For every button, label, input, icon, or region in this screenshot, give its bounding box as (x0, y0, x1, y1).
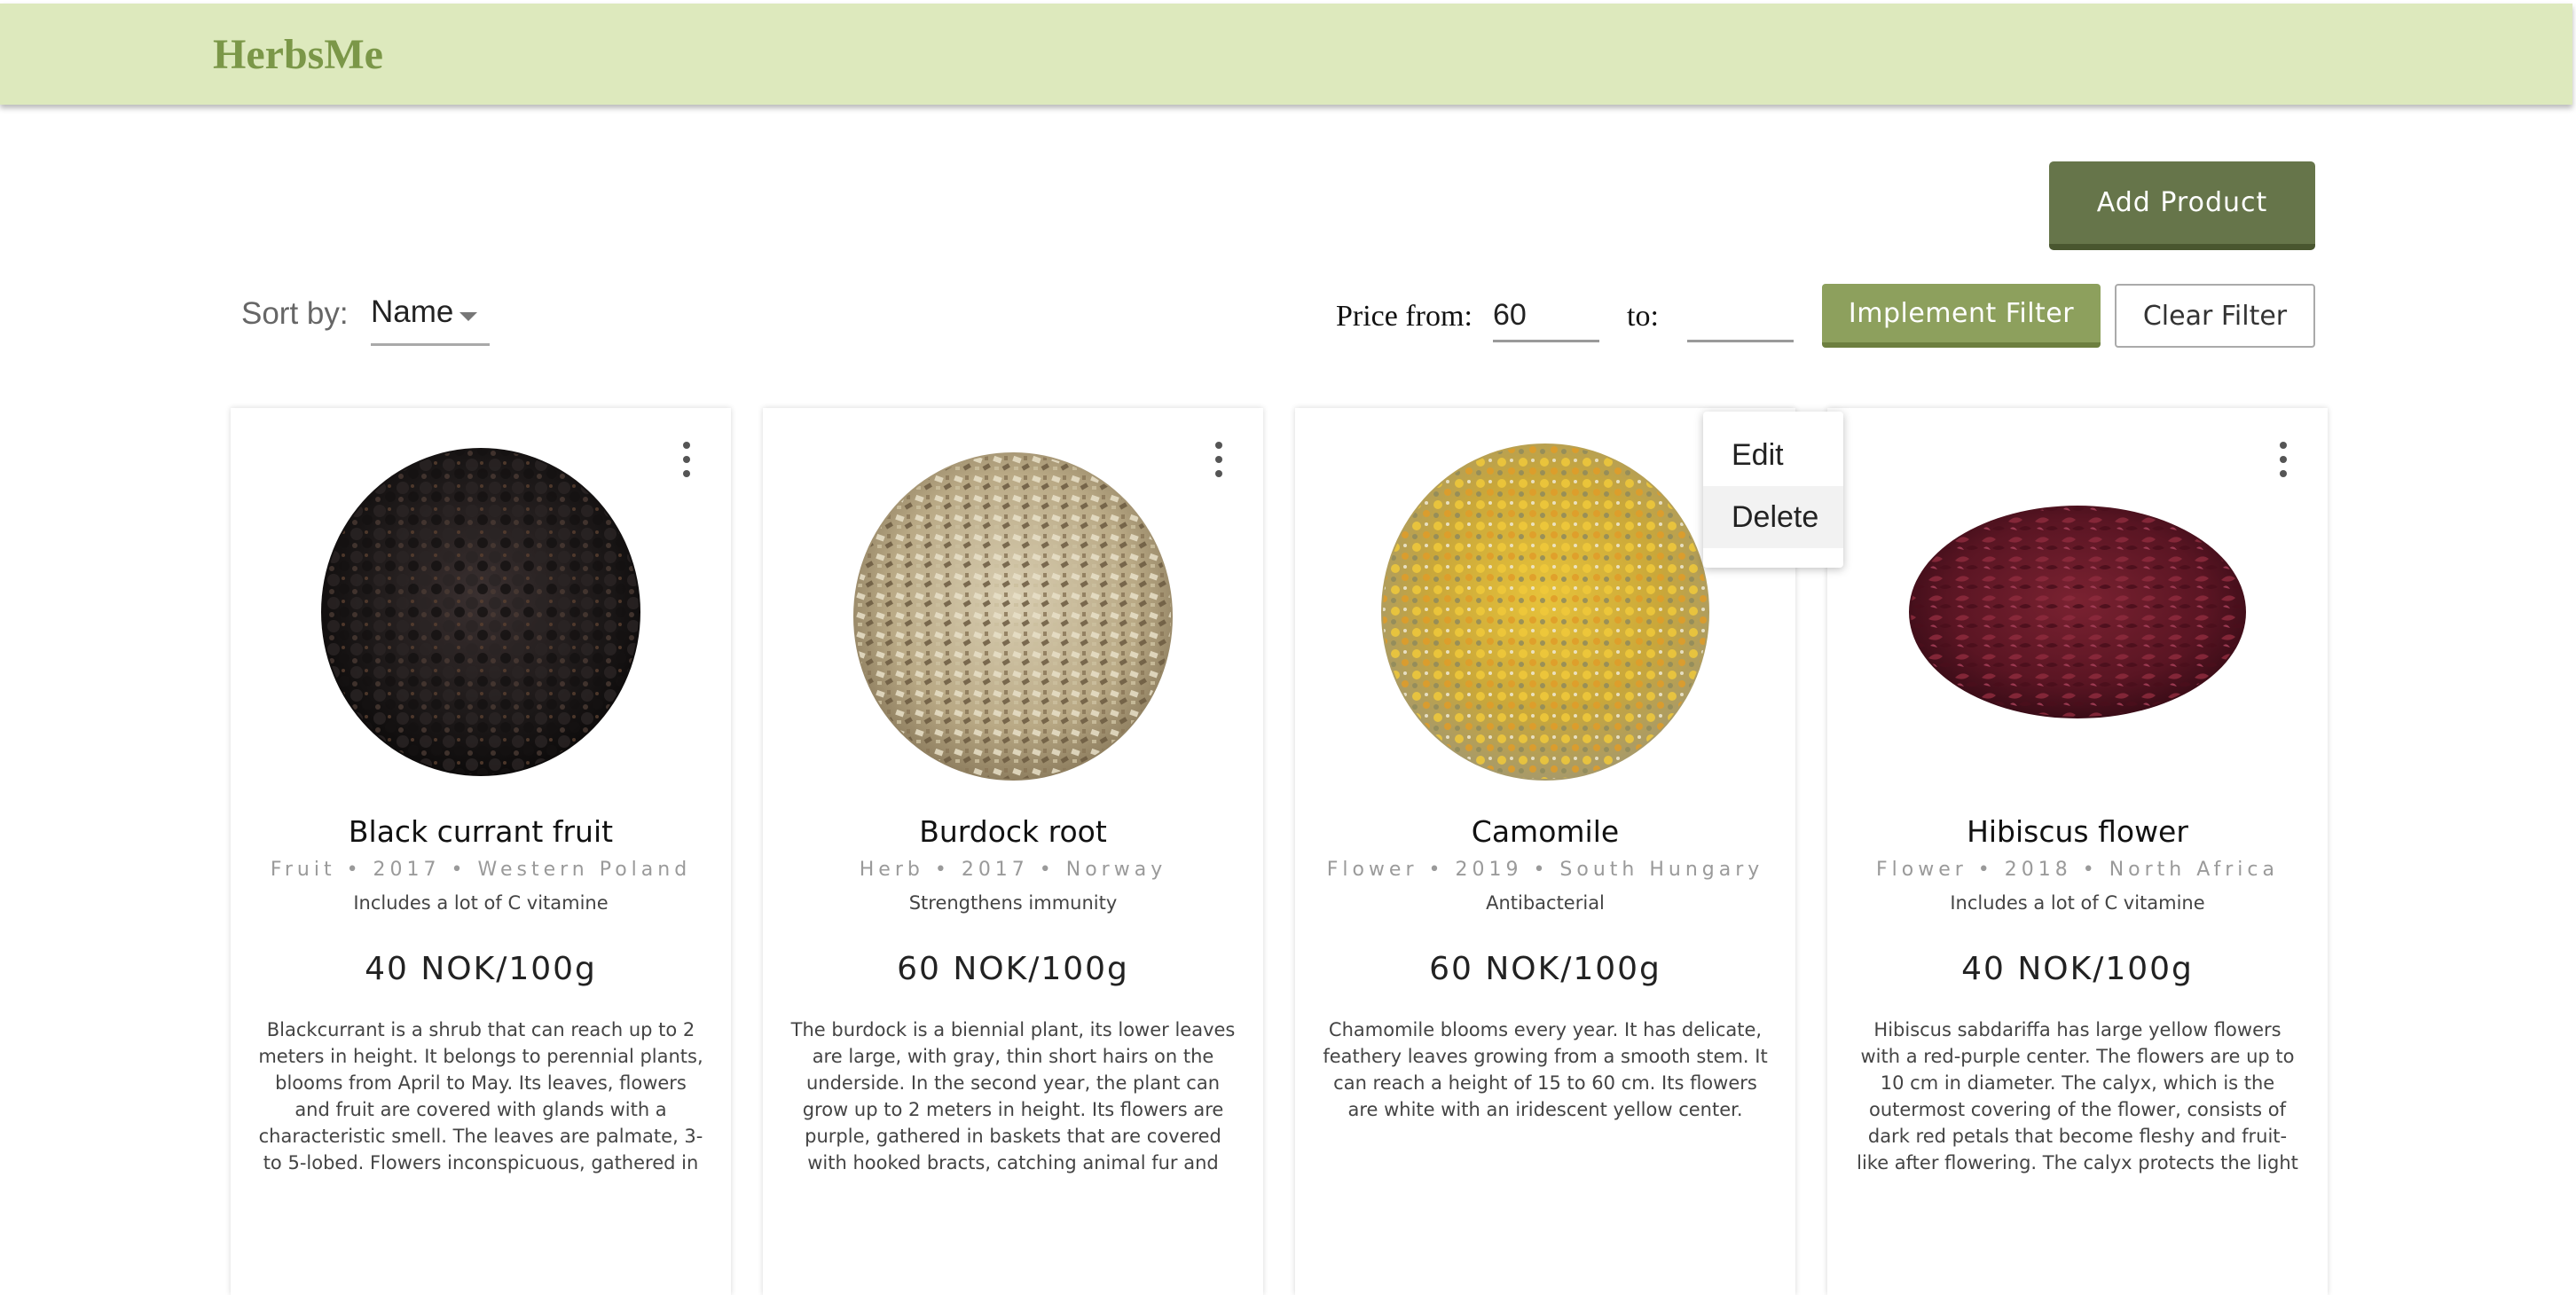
price-to-input[interactable] (1687, 291, 1794, 342)
product-description: The burdock is a biennial plant, its low… (790, 1019, 1236, 1173)
product-meta: Herb • 2017 • Norway (859, 859, 1167, 881)
more-vertical-icon[interactable] (2271, 440, 2296, 479)
sort-selected-value: Name (371, 294, 454, 329)
menu-item-delete[interactable]: Delete (1703, 486, 1843, 548)
add-product-button[interactable]: Add Product (2049, 161, 2315, 250)
product-meta: Fruit • 2017 • Western Poland (270, 859, 692, 881)
more-vertical-icon[interactable] (1206, 440, 1231, 479)
product-card: Burdock root Herb • 2017 • Norway Streng… (763, 408, 1263, 1295)
product-price: 40 NOK/100g (1961, 951, 2194, 987)
product-description: Hibiscus sabdariffa has large yellow flo… (1857, 1019, 2298, 1173)
product-name: Camomile (1471, 814, 1620, 849)
implement-filter-button[interactable]: Implement Filter (1822, 284, 2101, 348)
more-vertical-icon[interactable] (674, 440, 699, 479)
menu-item-edit[interactable]: Edit (1703, 424, 1843, 486)
brand-logo[interactable]: HerbsMe (213, 30, 383, 79)
sort-select[interactable]: Name (371, 284, 490, 346)
product-tag: Includes a lot of C vitamine (1950, 892, 2205, 914)
product-meta: Flower • 2019 • South Hungary (1326, 859, 1764, 881)
product-tag: Includes a lot of C vitamine (353, 892, 609, 914)
price-to-label: to: (1627, 300, 1659, 333)
product-meta: Flower • 2018 • North Africa (1876, 859, 2279, 881)
hibiscus-image (1909, 506, 2246, 718)
price-from-label: Price from: (1336, 300, 1473, 333)
price-from-input[interactable] (1493, 291, 1599, 342)
product-name: Black currant fruit (348, 814, 614, 849)
product-tag: Antibacterial (1486, 892, 1605, 914)
card-context-menu: Edit Delete (1703, 412, 1843, 568)
product-price: 60 NOK/100g (1429, 951, 1661, 987)
product-name: Burdock root (919, 814, 1107, 849)
sort-label: Sort by: (241, 296, 349, 331)
product-price: 40 NOK/100g (365, 951, 597, 987)
product-tag: Strengthens immunity (908, 892, 1118, 914)
product-description: Blackcurrant is a shrub that can reach u… (258, 1019, 703, 1173)
product-description: Chamomile blooms every year. It has deli… (1323, 1019, 1768, 1120)
chevron-down-icon (459, 312, 477, 321)
product-card: Black currant fruit Fruit • 2017 • Weste… (231, 408, 731, 1295)
black-currant-image (321, 448, 640, 776)
burdock-root-image (853, 452, 1173, 781)
top-navbar: HerbsMe (0, 4, 2572, 105)
product-name: Hibiscus flower (1967, 814, 2188, 849)
clear-filter-button[interactable]: Clear Filter (2115, 284, 2315, 348)
product-card: Hibiscus flower Flower • 2018 • North Af… (1827, 408, 2328, 1295)
camomile-image (1381, 443, 1709, 781)
product-price: 60 NOK/100g (897, 951, 1129, 987)
